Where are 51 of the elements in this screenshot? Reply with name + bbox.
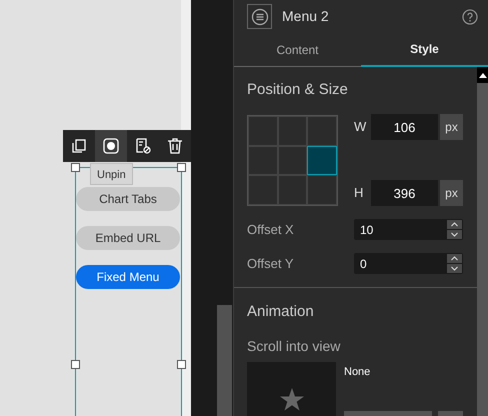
- dropdown-field[interactable]: [344, 410, 432, 416]
- panel-title: Menu 2: [282, 7, 329, 26]
- record-icon: [102, 137, 120, 155]
- number-field[interactable]: 106: [371, 114, 438, 140]
- resize-handle[interactable]: [177, 360, 186, 369]
- unit-label: px: [440, 180, 463, 206]
- resize-handle[interactable]: [71, 163, 80, 172]
- menu-icon[interactable]: [247, 4, 272, 29]
- field-label: Offset Y: [247, 254, 294, 273]
- anchor-cell[interactable]: [248, 146, 278, 176]
- menu-button[interactable]: Chart Tabs: [76, 187, 180, 211]
- number-stepper[interactable]: 0: [354, 253, 463, 274]
- section-heading: Animation: [247, 303, 315, 321]
- anchor-cell[interactable]: [307, 175, 337, 205]
- anchor-cell[interactable]: [248, 116, 278, 146]
- anchor-cell[interactable]: [278, 175, 308, 205]
- menu-button[interactable]: Embed URL: [76, 226, 180, 250]
- scrollbar[interactable]: [217, 305, 232, 416]
- number-field[interactable]: 396: [371, 180, 438, 206]
- anchor-cell[interactable]: [307, 146, 337, 176]
- effect-label: None: [344, 365, 372, 380]
- toolbar-button[interactable]: [95, 130, 127, 162]
- menu-button[interactable]: Fixed Menu: [76, 265, 180, 289]
- star-icon: [280, 388, 304, 411]
- tab[interactable]: Style: [361, 33, 488, 67]
- number-stepper[interactable]: 10: [354, 219, 463, 240]
- section-heading: Position & Size: [247, 81, 349, 99]
- animation-preview[interactable]: [247, 362, 336, 416]
- tooltip: Unpin: [90, 163, 133, 185]
- subheading: Scroll into view: [247, 338, 342, 354]
- copy-icon: [70, 137, 88, 155]
- spinner-icon[interactable]: [447, 220, 462, 239]
- field-label: W: [354, 118, 368, 136]
- resize-handle[interactable]: [177, 163, 186, 172]
- option-button[interactable]: [438, 410, 463, 416]
- anchor-cell[interactable]: [278, 146, 308, 176]
- field-label: Offset X: [247, 220, 295, 239]
- anchor-cell[interactable]: [248, 175, 278, 205]
- page-hidden-icon: [134, 137, 152, 155]
- scroll-thumb[interactable]: [477, 83, 488, 416]
- scroll-up-button[interactable]: [477, 67, 488, 83]
- field-label: H: [354, 184, 364, 202]
- anchor-cell[interactable]: [278, 116, 308, 146]
- unit-label: px: [440, 114, 463, 140]
- spinner-icon[interactable]: [447, 254, 462, 273]
- caret-up-icon: [478, 72, 486, 78]
- tab[interactable]: Content: [234, 33, 361, 67]
- trash-icon: [166, 137, 184, 155]
- resize-handle[interactable]: [71, 360, 80, 369]
- help-icon[interactable]: [462, 8, 478, 24]
- anchor-cell[interactable]: [307, 116, 337, 146]
